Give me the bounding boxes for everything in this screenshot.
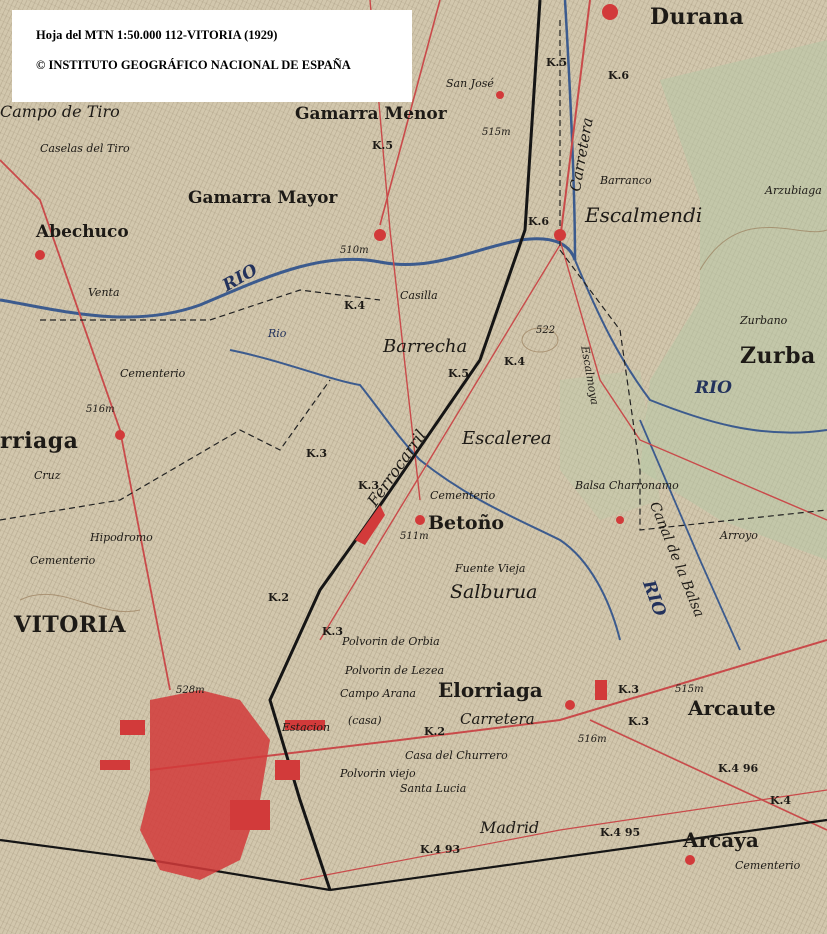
label-casilla: Casilla xyxy=(400,289,438,302)
label-cementerio-3: Cementerio xyxy=(430,489,496,502)
km-marker: K.4 95 xyxy=(600,826,641,839)
elevation-522: 522 xyxy=(536,325,556,336)
copyright-label: © INSTITUTO GEOGRÁFICO NACIONAL DE ESPAÑ… xyxy=(36,58,351,72)
label-arroyo: Arroyo xyxy=(720,529,758,542)
vitoria-city-blocks xyxy=(100,690,325,880)
km-marker: K.5 xyxy=(372,139,394,152)
place-zurba: Zurba xyxy=(740,343,816,369)
elevation-511: 511m xyxy=(400,531,429,542)
elevation-515b: 515m xyxy=(675,684,704,695)
km-marker: K.4 xyxy=(504,355,526,368)
elevation-515: 515m xyxy=(482,127,511,138)
km-marker: K.2 xyxy=(424,725,446,738)
label-rio-2: RIO xyxy=(695,378,732,398)
place-barrecha: Barrecha xyxy=(383,336,468,357)
label-zurbano: Zurbano xyxy=(740,314,788,327)
label-madrid: Madrid xyxy=(480,818,540,837)
label-cementerio-2: Cementerio xyxy=(30,554,96,567)
place-vitoria: VITORIA xyxy=(14,612,127,638)
km-marker: K.3 xyxy=(306,447,328,460)
label-casetas: Caselas del Tiro xyxy=(40,142,130,155)
river-zadorra xyxy=(0,237,577,319)
label-venta: Venta xyxy=(88,286,120,299)
place-arriaga: rriaga xyxy=(0,428,79,454)
elevation-528: 528m xyxy=(176,685,205,696)
label-rio-4: Rio xyxy=(268,327,287,340)
label-cruz: Cruz xyxy=(34,469,61,482)
elevation-510: 510m xyxy=(340,245,369,256)
place-elorriaga: Elorriaga xyxy=(438,678,543,702)
km-marker: K.3 xyxy=(618,683,640,696)
place-betono: Betoño xyxy=(428,512,505,534)
elevation-516: 516m xyxy=(86,404,115,415)
label-santa-lucia: Santa Lucia xyxy=(400,782,467,795)
place-escalerea: Escalerea xyxy=(462,428,552,449)
place-arcaute: Arcaute xyxy=(688,696,776,720)
km-marker: K.3 xyxy=(358,479,380,492)
place-abechuco: Abechuco xyxy=(36,222,129,242)
label-estacion: Estacion xyxy=(282,721,331,734)
label-campo-arana: Campo Arana xyxy=(340,687,416,700)
label-cementerio-4: Cementerio xyxy=(735,859,801,872)
label-san-jose: San José xyxy=(446,77,494,90)
label-polvorin-lezea: Polvorin de Lezea xyxy=(345,664,445,677)
attribution-box: Hoja del MTN 1:50.000 112-VITORIA (1929)… xyxy=(12,10,412,102)
label-balsa-charronamo: Balsa Charronamo xyxy=(575,479,679,492)
km-marker: K.3 xyxy=(628,715,650,728)
topographic-map[interactable]: Hoja del MTN 1:50.000 112-VITORIA (1929)… xyxy=(0,0,827,934)
place-durana: Durana xyxy=(650,4,745,30)
place-gamarra-menor: Gamarra Menor xyxy=(295,104,447,124)
elevation-516b: 516m xyxy=(578,734,607,745)
road-arcaute xyxy=(589,719,827,831)
km-marker: K.5 xyxy=(448,367,470,380)
label-hipodromo: Hipodromo xyxy=(90,531,153,544)
place-salburua: Salburua xyxy=(450,581,538,603)
label-campo-tiro: Campo de Tiro xyxy=(0,102,120,121)
label-polvorin-orbia: Polvorin de Orbia xyxy=(342,635,440,648)
km-marker: K.4 96 xyxy=(718,762,759,775)
label-casa-churrero: Casa del Churrero xyxy=(405,749,508,762)
sheet-label: Hoja del MTN 1:50.000 112-VITORIA (1929) xyxy=(36,28,278,42)
label-barranco: Barranco xyxy=(600,174,652,187)
label-polvorin-viejo: Polvorin viejo xyxy=(340,767,416,780)
km-marker: K.6 xyxy=(608,69,630,82)
place-gamarra-mayor: Gamarra Mayor xyxy=(188,188,338,208)
km-marker: K.4 xyxy=(770,794,792,807)
km-marker: K.4 xyxy=(344,299,366,312)
km-marker: K.3 xyxy=(322,625,344,638)
label-cementerio-1: Cementerio xyxy=(120,367,186,380)
km-marker: K.6 xyxy=(528,215,550,228)
label-casa: (casa) xyxy=(348,714,382,727)
label-arzubiaga: Arzubiaga xyxy=(765,184,822,197)
place-escalmendi: Escalmendi xyxy=(585,203,703,227)
label-carretera-2: Carretera xyxy=(460,710,535,728)
label-fuente-vieja: Fuente Vieja xyxy=(455,562,526,575)
place-arcaya: Arcaya xyxy=(683,828,759,852)
km-marker: K.2 xyxy=(268,591,290,604)
km-marker: K.5 xyxy=(546,56,568,69)
km-marker: K.4 93 xyxy=(420,843,461,856)
